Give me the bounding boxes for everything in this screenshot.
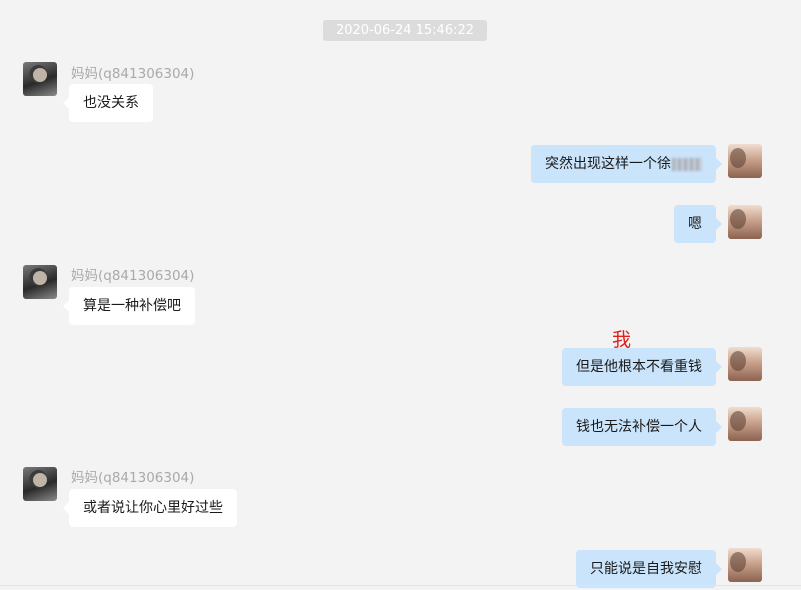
sender-name: 妈妈(q841306304) [71, 66, 195, 82]
self-avatar[interactable] [728, 144, 762, 178]
message-bubble-sent[interactable]: 只能说是自我安慰 [576, 550, 722, 588]
contact-avatar[interactable] [23, 62, 57, 96]
message-text: 算是一种补偿吧 [83, 298, 181, 314]
divider [0, 585, 801, 586]
message-bubble-sent[interactable]: 但是他根本不看重钱 [562, 348, 722, 386]
self-avatar[interactable] [728, 407, 762, 441]
message-bubble-sent[interactable]: 嗯 [674, 205, 722, 243]
message-bubble-sent[interactable]: 突然出现这样一个徐 [531, 145, 722, 183]
blurred-text [672, 157, 702, 171]
contact-avatar[interactable] [23, 265, 57, 299]
contact-avatar[interactable] [23, 467, 57, 501]
message-timestamp: 2020-06-24 15:46:22 [323, 20, 487, 41]
self-avatar[interactable] [728, 205, 762, 239]
message-text: 嗯 [688, 216, 702, 232]
message-text: 只能说是自我安慰 [590, 561, 702, 577]
message-text: 或者说让你心里好过些 [83, 500, 223, 516]
message-text: 钱也无法补偿一个人 [576, 419, 702, 435]
sender-name: 妈妈(q841306304) [71, 268, 195, 284]
self-avatar[interactable] [728, 347, 762, 381]
message-bubble-received[interactable]: 也没关系 [63, 84, 153, 122]
message-text: 但是他根本不看重钱 [576, 359, 702, 375]
message-text: 突然出现这样一个徐 [545, 156, 671, 172]
message-bubble-received[interactable]: 算是一种补偿吧 [63, 287, 195, 325]
message-text: 也没关系 [83, 95, 139, 111]
message-bubble-received[interactable]: 或者说让你心里好过些 [63, 489, 237, 527]
message-bubble-sent[interactable]: 钱也无法补偿一个人 [562, 408, 722, 446]
sender-name: 妈妈(q841306304) [71, 470, 195, 486]
self-avatar[interactable] [728, 548, 762, 582]
